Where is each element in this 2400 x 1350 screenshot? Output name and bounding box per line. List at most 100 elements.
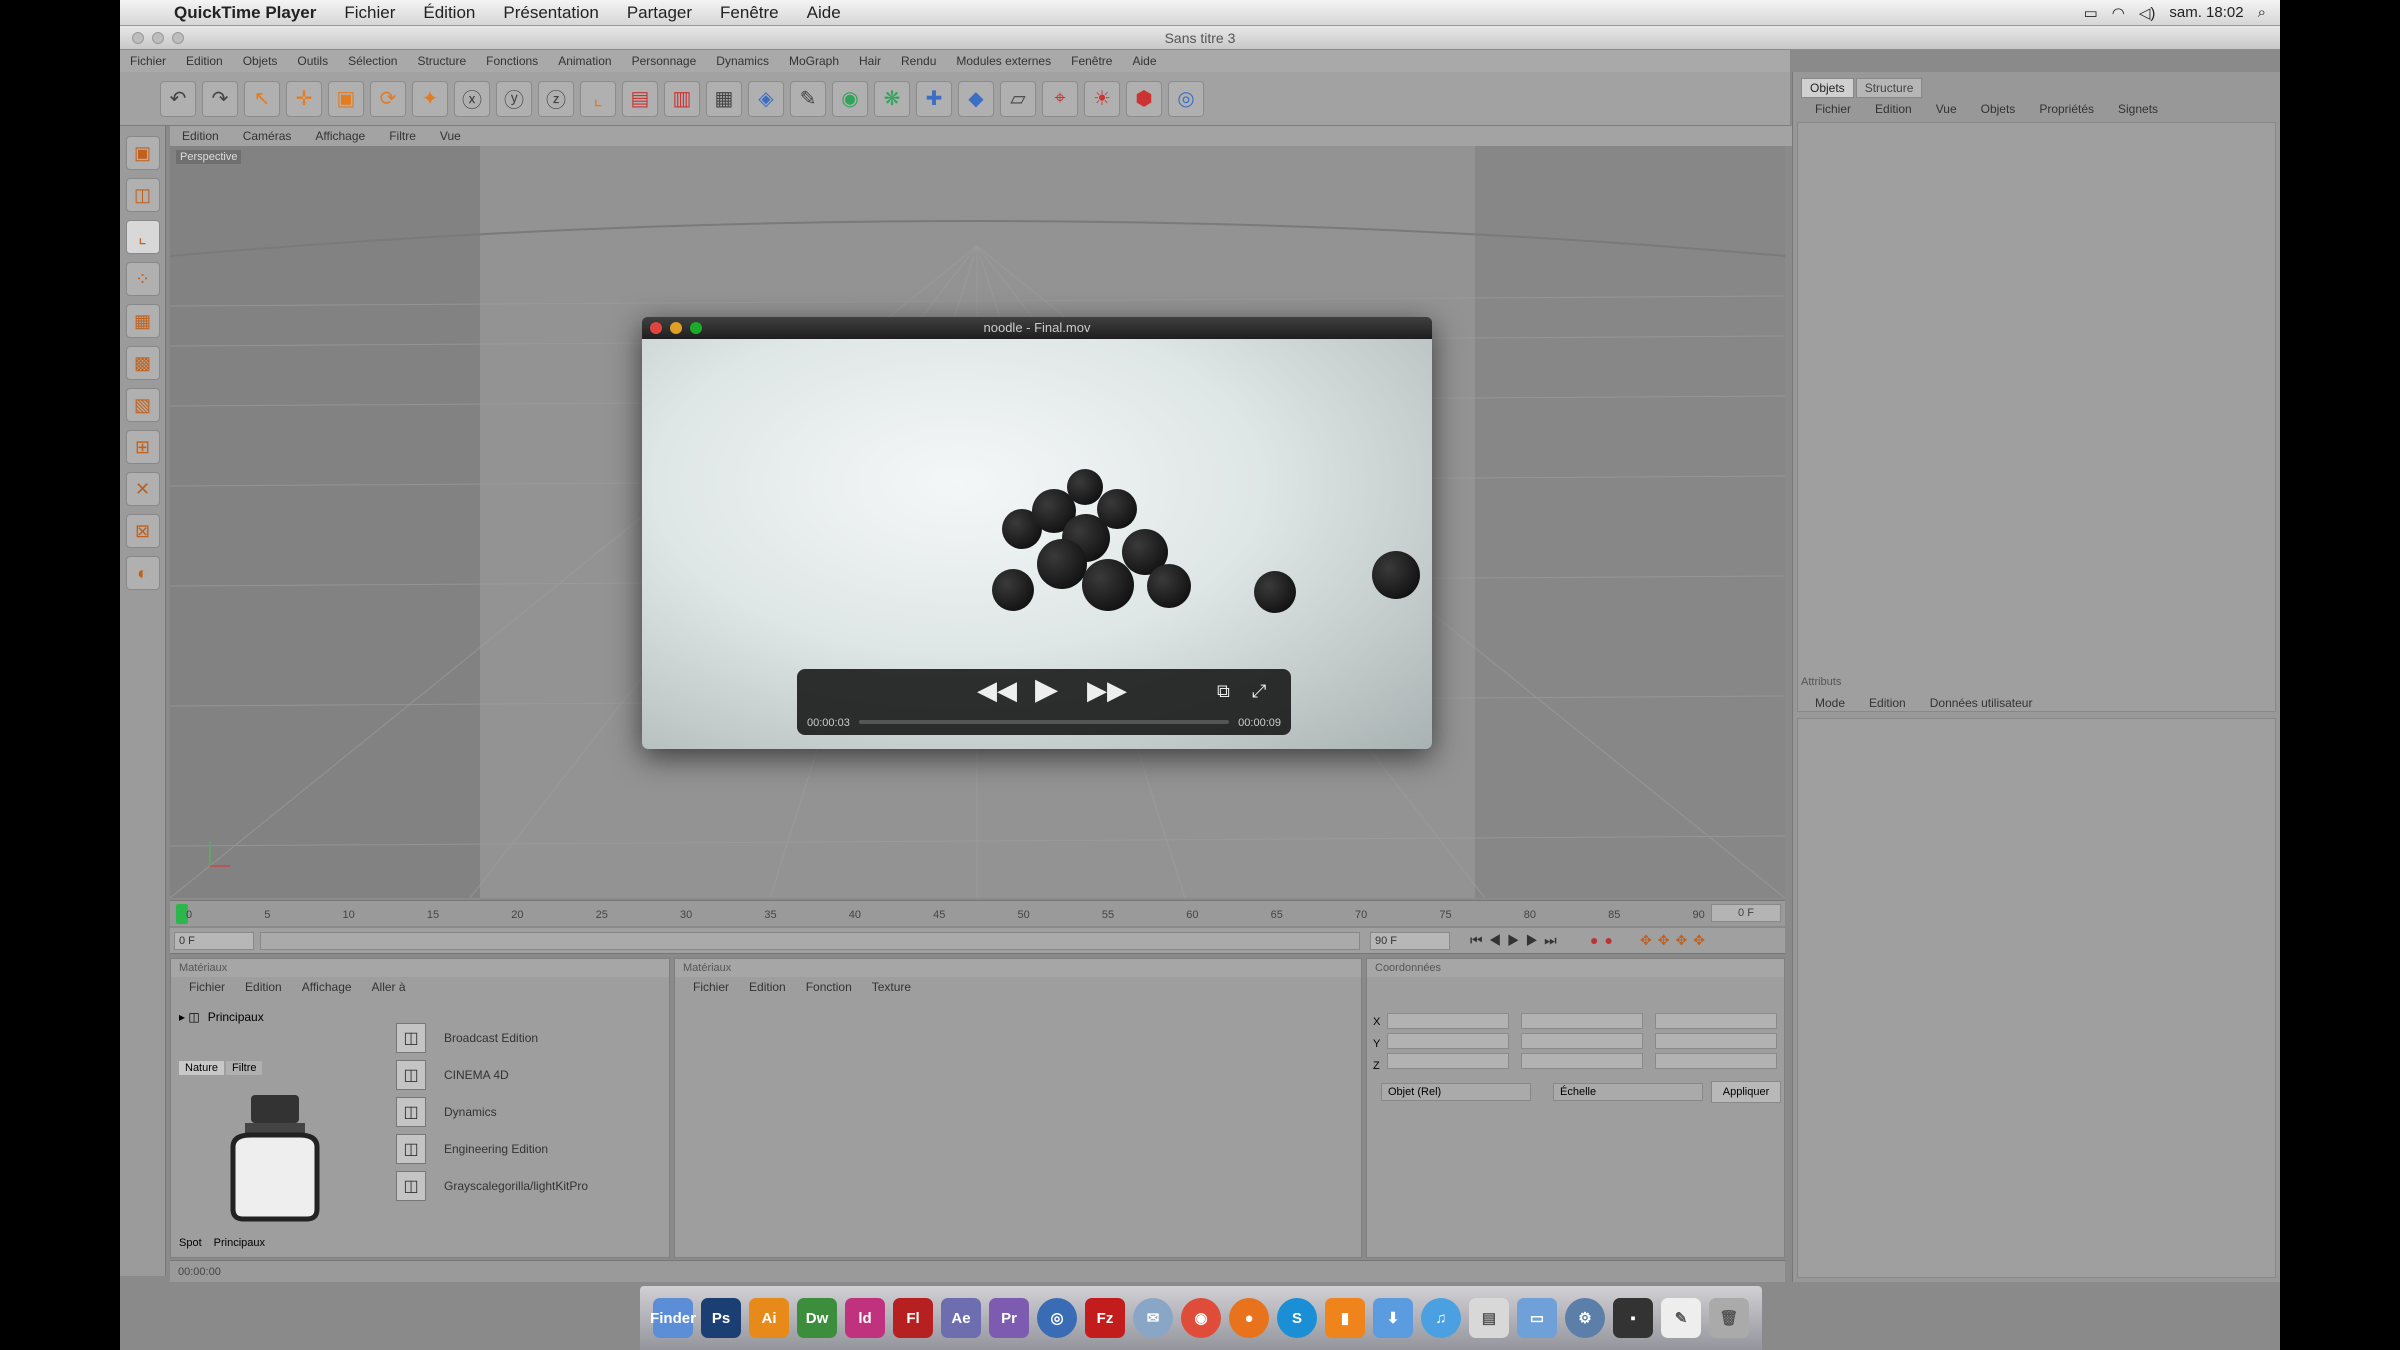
menu-help[interactable]: Aide	[793, 3, 855, 23]
chrome-icon[interactable]: ◉	[1181, 1298, 1221, 1338]
panel-menu-item[interactable]: Edition	[739, 980, 796, 994]
c4d-menu-item[interactable]: Fenêtre	[1061, 54, 1122, 68]
workplane-icon[interactable]: ⌞	[125, 220, 160, 254]
object-manager-area[interactable]	[1797, 122, 2276, 712]
scale-icon[interactable]: ▣	[328, 80, 364, 117]
system-preferences-icon[interactable]: ⚙	[1565, 1298, 1605, 1338]
rotate-icon[interactable]: ⟳	[370, 80, 406, 117]
attributes-menu-item[interactable]: Edition	[1857, 696, 1918, 710]
model-mode-icon[interactable]: ▣	[125, 136, 160, 170]
sculpt-icon[interactable]: ◐	[125, 556, 160, 590]
wifi-icon[interactable]: ◠	[2112, 4, 2125, 22]
c4d-menu-item[interactable]: Objets	[233, 54, 288, 68]
viewport-menu-item[interactable]: Vue	[428, 129, 473, 143]
search-icon[interactable]: ⌕	[2258, 4, 2266, 21]
menu-view[interactable]: Présentation	[489, 3, 612, 23]
app-icon[interactable]: ▮	[1325, 1298, 1365, 1338]
recent-tool-icon[interactable]: ✦	[412, 80, 448, 117]
finder-icon[interactable]: Finder	[650, 1298, 696, 1338]
textedit-icon[interactable]: ✎	[1661, 1298, 1701, 1338]
menu-share[interactable]: Partager	[613, 3, 706, 23]
c4d-menu-item[interactable]: Edition	[176, 54, 233, 68]
objects-menu-item[interactable]: Vue	[1924, 102, 1969, 116]
select-icon[interactable]: ↖	[244, 80, 280, 117]
axis-mode-icon[interactable]: ⊞	[125, 430, 160, 464]
panel-menu-item[interactable]: Affichage	[292, 980, 362, 994]
render-picture-viewer-icon[interactable]: ▥	[664, 80, 700, 117]
quicktime-zoom-button[interactable]	[690, 322, 702, 334]
zoom-button[interactable]	[172, 32, 184, 44]
panel-menu-item[interactable]: Edition	[235, 980, 292, 994]
c4d-menu-item[interactable]: Aide	[1122, 54, 1166, 68]
x-axis-icon[interactable]: ⓧ	[454, 80, 490, 117]
coordinate-system-icon[interactable]: ⌞	[580, 80, 616, 117]
list-item[interactable]: ◫ Broadcast Edition	[396, 1019, 676, 1056]
cube-icon[interactable]: ◈	[748, 80, 784, 117]
coord-field[interactable]	[1521, 1033, 1643, 1049]
uv-mode-icon[interactable]: ▧	[125, 388, 160, 422]
end-frame-field[interactable]: 90 F	[1370, 932, 1450, 950]
skype-icon[interactable]: S	[1277, 1298, 1317, 1338]
z-axis-icon[interactable]: ⓩ	[538, 80, 574, 117]
objects-menu-item[interactable]: Fichier	[1803, 102, 1863, 116]
panel-menu-item[interactable]: Texture	[862, 980, 921, 994]
c4d-menu-item[interactable]: Structure	[407, 54, 476, 68]
folder-icon[interactable]: ▭	[1517, 1298, 1557, 1338]
coord-field[interactable]	[1655, 1033, 1777, 1049]
safari-icon[interactable]: ◎	[1037, 1298, 1077, 1338]
share-icon[interactable]: ⧉	[1217, 681, 1230, 702]
panel-menu-item[interactable]: Aller à	[362, 980, 416, 994]
floor-icon[interactable]: ▱	[1000, 80, 1036, 117]
mail-icon[interactable]: ✉	[1133, 1298, 1173, 1338]
deformer-icon[interactable]: ◆	[958, 80, 994, 117]
camera-icon[interactable]: ⌖	[1042, 80, 1078, 117]
play-icon[interactable]: ▶	[1035, 672, 1058, 707]
flash-icon[interactable]: Fl	[893, 1298, 933, 1338]
tweak-mode-icon[interactable]: ✕	[125, 472, 160, 506]
python-icon[interactable]: ◎	[1168, 80, 1204, 117]
menu-edit[interactable]: Édition	[409, 3, 489, 23]
panel-menu-item[interactable]: Fichier	[179, 980, 235, 994]
after-effects-icon[interactable]: Ae	[941, 1298, 981, 1338]
tab-objects[interactable]: Objets	[1801, 78, 1854, 98]
coord-field[interactable]	[1521, 1013, 1643, 1029]
apply-button[interactable]: Appliquer	[1711, 1081, 1781, 1103]
polygons-mode-icon[interactable]: ▩	[125, 346, 160, 380]
attributes-area[interactable]	[1797, 718, 2276, 1278]
viewport-menu-item[interactable]: Caméras	[231, 129, 304, 143]
photoshop-icon[interactable]: Ps	[701, 1298, 741, 1338]
c4d-menu-item[interactable]: Hair	[849, 54, 891, 68]
c4d-menu-item[interactable]: Outils	[287, 54, 338, 68]
list-item[interactable]: ◫ Grayscalegorilla/lightKitPro	[396, 1167, 676, 1204]
minimize-button[interactable]	[152, 32, 164, 44]
itunes-icon[interactable]: ♫	[1421, 1298, 1461, 1338]
coord-field[interactable]	[1655, 1013, 1777, 1029]
spline-pen-icon[interactable]: ✎	[790, 80, 826, 117]
cloner-icon[interactable]: ❋	[874, 80, 910, 117]
coord-field[interactable]	[1387, 1033, 1509, 1049]
light-icon[interactable]: ☀	[1084, 80, 1120, 117]
close-button[interactable]	[132, 32, 144, 44]
quicktime-close-button[interactable]	[650, 322, 662, 334]
terminal-icon[interactable]: ▪	[1613, 1298, 1653, 1338]
texture-mode-icon[interactable]: ◫	[125, 178, 160, 212]
viewport-menu-item[interactable]: Affichage	[303, 129, 377, 143]
transport-buttons[interactable]: ⏮◀▶▶⏭	[1470, 932, 1563, 949]
coord-field[interactable]	[1387, 1053, 1509, 1069]
illustrator-icon[interactable]: Ai	[749, 1298, 789, 1338]
quicktime-window[interactable]: noodle - Final.mov ◀◀ ▶ ▶▶ ⧉ ⤢ 00:00:03 …	[642, 317, 1432, 749]
points-mode-icon[interactable]: ⁘	[125, 262, 160, 296]
snap-icon[interactable]: ⊠	[125, 514, 160, 548]
menu-app-name[interactable]: QuickTime Player	[160, 3, 330, 23]
indesign-icon[interactable]: ld	[845, 1298, 885, 1338]
edges-mode-icon[interactable]: ▦	[125, 304, 160, 338]
rewind-icon[interactable]: ◀◀	[977, 675, 1017, 706]
objects-menu-item[interactable]: Objets	[1969, 102, 2028, 116]
objects-menu-item[interactable]: Signets	[2106, 102, 2170, 116]
record-key-icon[interactable]: ⬢	[1126, 80, 1162, 117]
move-icon[interactable]: ✛	[286, 80, 322, 117]
c4d-menu-item[interactable]: Personnage	[622, 54, 707, 68]
list-item[interactable]: ◫ Dynamics	[396, 1093, 676, 1130]
dreamweaver-icon[interactable]: Dw	[797, 1298, 837, 1338]
filezilla-icon[interactable]: Fz	[1085, 1298, 1125, 1338]
